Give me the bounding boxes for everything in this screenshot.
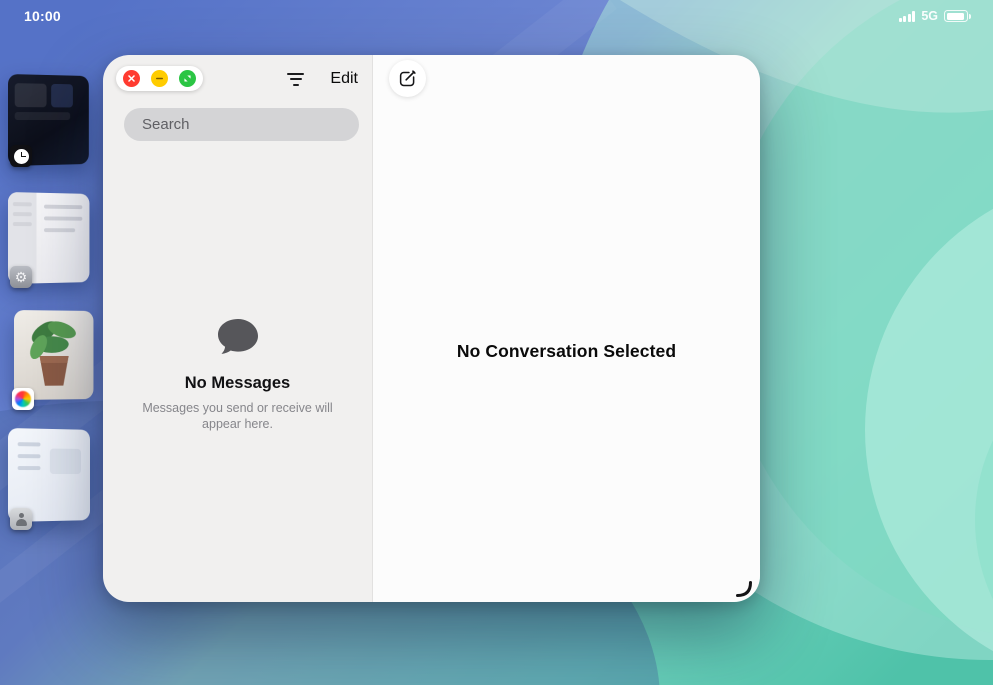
no-messages-empty-state: No Messages Messages you send or receive… xyxy=(103,317,372,433)
minimize-icon xyxy=(155,74,164,83)
messages-sidebar: Edit No M xyxy=(103,55,373,602)
thumbnail-content xyxy=(15,112,70,120)
no-conversation-label: No Conversation Selected xyxy=(373,341,760,362)
fullscreen-icon xyxy=(183,74,192,83)
settings-app-icon[interactable]: ⚙ xyxy=(10,266,32,288)
filter-lines-icon xyxy=(287,73,304,86)
edit-button[interactable]: Edit xyxy=(330,70,358,88)
photos-app-icon[interactable] xyxy=(12,388,34,410)
thumbnail-content xyxy=(15,83,47,107)
message-bubble-icon xyxy=(103,317,372,362)
compose-button[interactable] xyxy=(389,60,426,97)
cellular-bars-icon xyxy=(899,11,916,22)
messages-window: Edit No M xyxy=(103,55,760,602)
conversation-pane: No Conversation Selected xyxy=(373,55,760,602)
status-bar: 10:00 5G xyxy=(0,0,993,28)
thumbnail-content xyxy=(51,84,73,108)
search-bar[interactable] xyxy=(124,108,359,141)
compose-icon xyxy=(397,68,418,89)
close-button[interactable] xyxy=(123,70,140,87)
window-controls xyxy=(116,66,203,91)
zoom-button[interactable] xyxy=(179,70,196,87)
network-label: 5G xyxy=(921,9,938,23)
close-icon xyxy=(127,74,136,83)
empty-state-title: No Messages xyxy=(103,374,372,393)
minimize-button[interactable] xyxy=(151,70,168,87)
search-input[interactable] xyxy=(142,116,341,133)
resize-handle[interactable] xyxy=(734,579,754,599)
filter-button[interactable] xyxy=(285,71,306,88)
contacts-app-icon[interactable] xyxy=(10,508,32,530)
clock-app-icon[interactable] xyxy=(10,145,32,167)
empty-state-description: Messages you send or receive will appear… xyxy=(138,400,338,433)
clock-time: 10:00 xyxy=(24,8,61,24)
stage-manager-strip: ⚙ xyxy=(0,0,110,685)
battery-icon xyxy=(944,10,968,22)
recent-app-photos[interactable] xyxy=(14,310,93,400)
